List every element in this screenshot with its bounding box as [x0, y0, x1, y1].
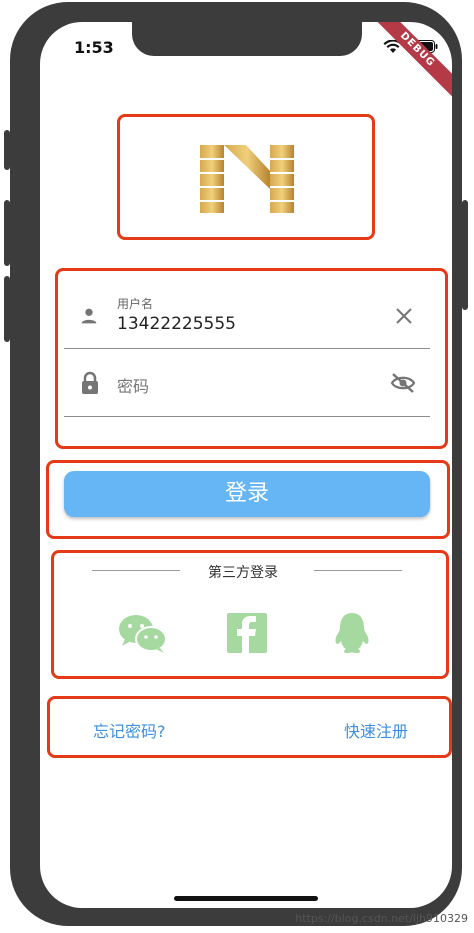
- password-input[interactable]: 密码: [117, 373, 149, 397]
- status-time: 1:53: [74, 38, 114, 57]
- volume-down-button: [4, 276, 10, 342]
- qq-icon[interactable]: [334, 611, 370, 655]
- password-underline: [64, 416, 430, 417]
- visibility-off-icon[interactable]: [390, 372, 416, 394]
- username-label: 用户名: [117, 297, 154, 311]
- quick-register-link[interactable]: 快速注册: [344, 718, 408, 742]
- home-indicator[interactable]: [174, 896, 318, 901]
- app-logo: [200, 145, 294, 213]
- username-underline: [64, 348, 430, 349]
- lock-icon: [82, 371, 98, 394]
- watermark-text: https://blog.csdn.net/ljh910329: [295, 912, 468, 925]
- wechat-icon[interactable]: [118, 614, 168, 654]
- close-icon[interactable]: [394, 306, 414, 326]
- facebook-icon[interactable]: [227, 613, 267, 653]
- login-button[interactable]: 登录: [64, 471, 430, 517]
- power-button: [462, 200, 468, 310]
- divider-right: [314, 570, 402, 571]
- username-input[interactable]: 13422225555: [117, 314, 236, 334]
- mute-switch: [4, 130, 10, 170]
- volume-up-button: [4, 200, 10, 266]
- forgot-password-link[interactable]: 忘记密码?: [93, 718, 166, 742]
- notch: [132, 22, 362, 56]
- login-form-frame: [55, 268, 448, 449]
- app-screen: 1:53 DEBUG 用户名 13422225555 密码 登录 第三方登录 忘…: [40, 22, 452, 908]
- person-icon: [81, 308, 97, 324]
- phone-frame: 1:53 DEBUG 用户名 13422225555 密码 登录 第三方登录 忘…: [4, 2, 468, 926]
- debug-banner: DEBUG: [365, 22, 452, 102]
- divider-left: [92, 570, 180, 571]
- third-party-title: 第三方登录: [208, 565, 278, 581]
